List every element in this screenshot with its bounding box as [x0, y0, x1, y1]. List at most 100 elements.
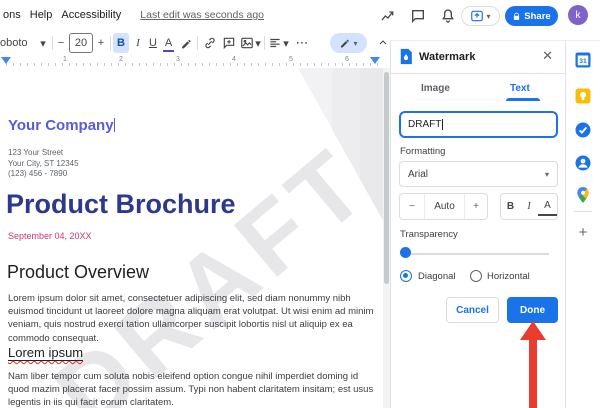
ruler-number: 5 [289, 56, 293, 63]
size-control-group: − Auto + [399, 193, 488, 220]
add-addon-button[interactable]: + [574, 223, 592, 241]
maps-icon[interactable] [574, 186, 592, 204]
size-increase-button[interactable]: + [464, 194, 487, 219]
panel-title: Watermark [419, 51, 476, 63]
contacts-icon[interactable] [574, 154, 592, 172]
font-size-decrease-button[interactable]: − [55, 33, 67, 53]
calendar-icon[interactable]: 31 [574, 51, 592, 69]
font-family-chevron-icon[interactable]: ▾ [38, 33, 48, 53]
done-button[interactable]: Done [507, 297, 558, 323]
menu-item-accessibility[interactable]: Accessibility [61, 9, 121, 21]
font-family-value: oboto [0, 37, 28, 49]
present-box-icon [471, 10, 484, 22]
menubar: ons Help Accessibility Last edit was sec… [3, 9, 273, 21]
edit-pen-icon [341, 39, 350, 48]
ruler-number: 6 [345, 56, 349, 63]
bold-button[interactable]: B [501, 194, 520, 219]
chevron-down-icon: ▾ [544, 169, 549, 179]
comment-history-icon[interactable] [410, 8, 428, 24]
ruler-number: 2 [119, 56, 123, 63]
toolbar-divider [52, 36, 53, 50]
watermark-input-value: DRAFT [408, 119, 442, 130]
document-scrollbar[interactable] [383, 68, 390, 408]
radio-horizontal[interactable] [470, 270, 482, 282]
present-to-meeting-button[interactable]: ▾ [461, 6, 500, 26]
bold-button[interactable]: B [113, 33, 129, 53]
ruler[interactable]: 1 2 3 4 5 6 [0, 56, 390, 68]
side-rail: 31 + [565, 40, 600, 408]
text-color-button[interactable]: A [161, 33, 176, 53]
transparency-label: Transparency [400, 229, 458, 240]
paragraph-1: Lorem ipsum dolor sit amet, consectetuer… [8, 293, 374, 344]
highlight-pen-icon[interactable] [178, 33, 194, 53]
radio-diagonal[interactable] [400, 270, 412, 282]
cancel-button[interactable]: Cancel [446, 297, 499, 323]
address-line: Your City, ST 12345 [8, 158, 79, 168]
avatar-letter: k [575, 9, 581, 21]
text-cursor [113, 118, 115, 132]
toolbar-divider [197, 36, 198, 50]
radio-diagonal-label[interactable]: Diagonal [418, 271, 456, 282]
toolbar: oboto ▾ − 20 + B I U A ▾ ▾ ⋯ ▾ [0, 30, 395, 56]
italic-button[interactable]: I [520, 194, 538, 219]
font-size-input[interactable]: 20 [69, 33, 93, 53]
annotation-arrow-shaft [529, 338, 537, 408]
italic-button[interactable]: I [131, 33, 145, 53]
tasks-icon[interactable] [574, 121, 592, 139]
text-color-swatch [163, 49, 174, 52]
last-edit-link[interactable]: Last edit was seconds ago [140, 9, 264, 21]
tab-text[interactable]: Text [510, 83, 530, 94]
text-color-button[interactable]: A [538, 197, 557, 216]
address-line: 123 Your Street [8, 148, 64, 157]
transparency-slider-thumb[interactable] [400, 247, 411, 258]
panel-divider [391, 73, 565, 74]
tab-image[interactable]: Image [421, 83, 450, 94]
paragraph-2: Nam liber tempor cum soluta nobis eleife… [8, 371, 374, 408]
font-family-select[interactable]: oboto [0, 33, 34, 53]
rail-divider [574, 211, 592, 212]
font-select[interactable]: Arial ▾ [399, 161, 558, 187]
menu-item-help[interactable]: Help [30, 9, 53, 21]
collapse-toolbar-icon[interactable] [376, 33, 390, 53]
notifications-bell-icon[interactable] [440, 8, 458, 24]
address-block: 123 Your Street Your City, ST 12345 (123… [8, 148, 79, 180]
ruler-number: 1 [63, 56, 67, 63]
right-indent-marker[interactable] [370, 57, 380, 64]
add-comment-icon[interactable] [220, 33, 237, 53]
size-auto-button[interactable]: Auto [424, 194, 464, 219]
share-label: Share [524, 10, 551, 22]
align-chevron-icon[interactable]: ▾ [281, 33, 291, 53]
watermark-doc-icon [399, 48, 413, 65]
insert-image-chevron-icon[interactable]: ▾ [253, 33, 263, 53]
radio-horizontal-label[interactable]: Horizontal [487, 271, 530, 282]
calendar-day-number: 31 [579, 58, 587, 65]
active-tab-underline [506, 98, 540, 101]
insert-link-icon[interactable] [201, 33, 218, 53]
size-decrease-button[interactable]: − [400, 194, 424, 219]
menu-item-partial[interactable]: ons [3, 9, 21, 21]
style-control-group: B I A [500, 193, 558, 220]
text-color-letter: A [164, 37, 173, 49]
chevron-down-icon: ▾ [486, 11, 491, 21]
document-page[interactable]: DRAFT Your Company 123 Your Street Your … [0, 68, 390, 408]
company-name: Your Company [8, 117, 114, 134]
document-date: September 04, 20XX [8, 231, 92, 241]
font-size-increase-button[interactable]: + [95, 33, 107, 53]
chevron-down-icon: ▾ [353, 38, 358, 48]
transparency-slider[interactable] [400, 253, 549, 255]
left-indent-marker[interactable] [1, 57, 11, 64]
watermark-text-input[interactable]: DRAFT [399, 111, 558, 138]
lock-icon [514, 12, 520, 20]
close-icon[interactable]: ✕ [542, 48, 553, 64]
activity-icon[interactable] [380, 8, 398, 24]
underline-button[interactable]: U [146, 33, 160, 53]
address-line: (123) 456 - 7890 [8, 169, 68, 178]
more-options-button[interactable]: ⋯ [293, 33, 311, 53]
keep-notes-icon[interactable] [574, 87, 592, 105]
scrollbar-thumb[interactable] [384, 72, 389, 284]
editing-mode-button[interactable]: ▾ [330, 33, 367, 53]
formatting-label: Formatting [400, 146, 446, 157]
avatar[interactable]: k [568, 5, 588, 25]
section-heading-lorem: Lorem ipsum [8, 345, 84, 361]
share-button[interactable]: Share [505, 6, 558, 26]
